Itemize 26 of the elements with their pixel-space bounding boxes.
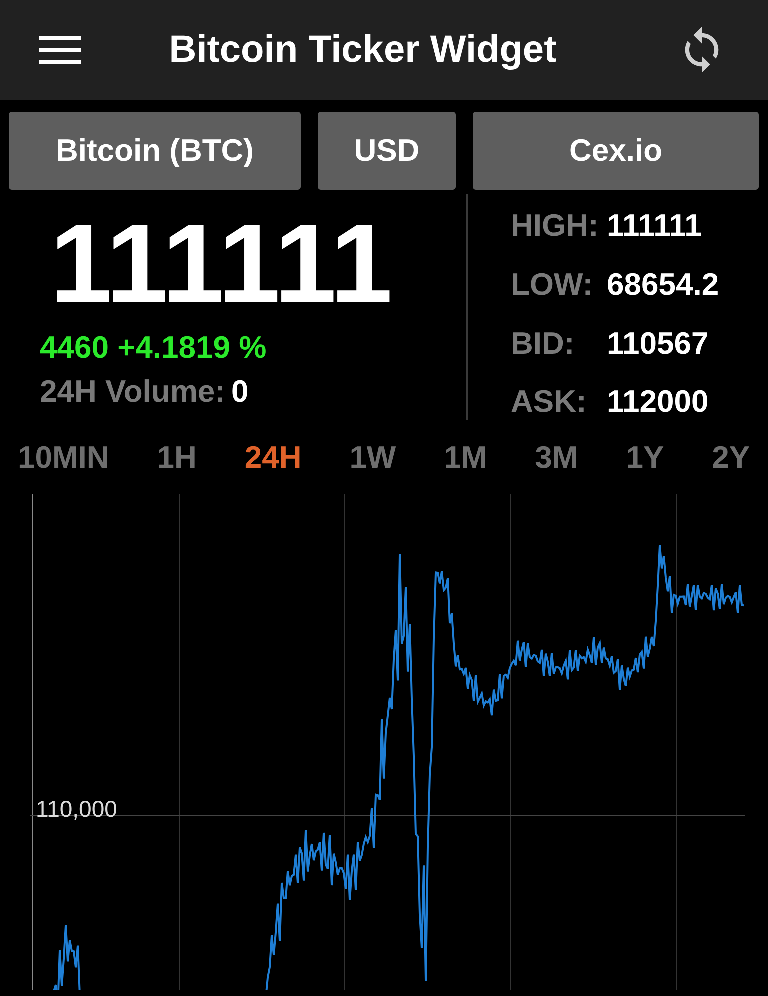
timeframe-tab[interactable]: 1H (157, 434, 197, 482)
stat-label: LOW: (511, 266, 594, 304)
stat-value: 112000 (607, 383, 710, 422)
stat-label: ASK: (511, 383, 588, 422)
timeframe-tab[interactable]: 1M (444, 434, 488, 482)
volume-value: 0 (231, 373, 249, 411)
selector-button[interactable]: USD (318, 112, 456, 190)
stat-value: 68654.2 (607, 266, 720, 304)
menu-icon (39, 35, 81, 65)
timeframe-tab[interactable]: 3M (535, 434, 578, 482)
timeframe-tab[interactable]: 10MIN (18, 434, 110, 482)
stat-label: HIGH: (511, 207, 600, 245)
price-value: 111111 (49, 204, 394, 324)
stat-label: BID: (511, 324, 576, 362)
timeframe-tab[interactable]: 2Y (712, 434, 750, 482)
timeframe-tab[interactable]: 24H (244, 434, 302, 482)
stat-value: 110567 (607, 324, 710, 362)
axis-label: 110,000 (36, 795, 118, 824)
selector-button[interactable]: Bitcoin (BTC) (9, 112, 301, 190)
selector-button[interactable]: Cex.io (473, 112, 759, 190)
app-title: Bitcoin Ticker Widget (168, 28, 558, 72)
timeframe-tab[interactable]: 1W (350, 434, 396, 482)
stat-value: 111111 (607, 207, 703, 245)
volume-label: 24H Volume: (40, 373, 226, 411)
price-change: 4460 +4.1819 % (40, 329, 268, 367)
timeframe-tab[interactable]: 1Y (626, 434, 664, 482)
